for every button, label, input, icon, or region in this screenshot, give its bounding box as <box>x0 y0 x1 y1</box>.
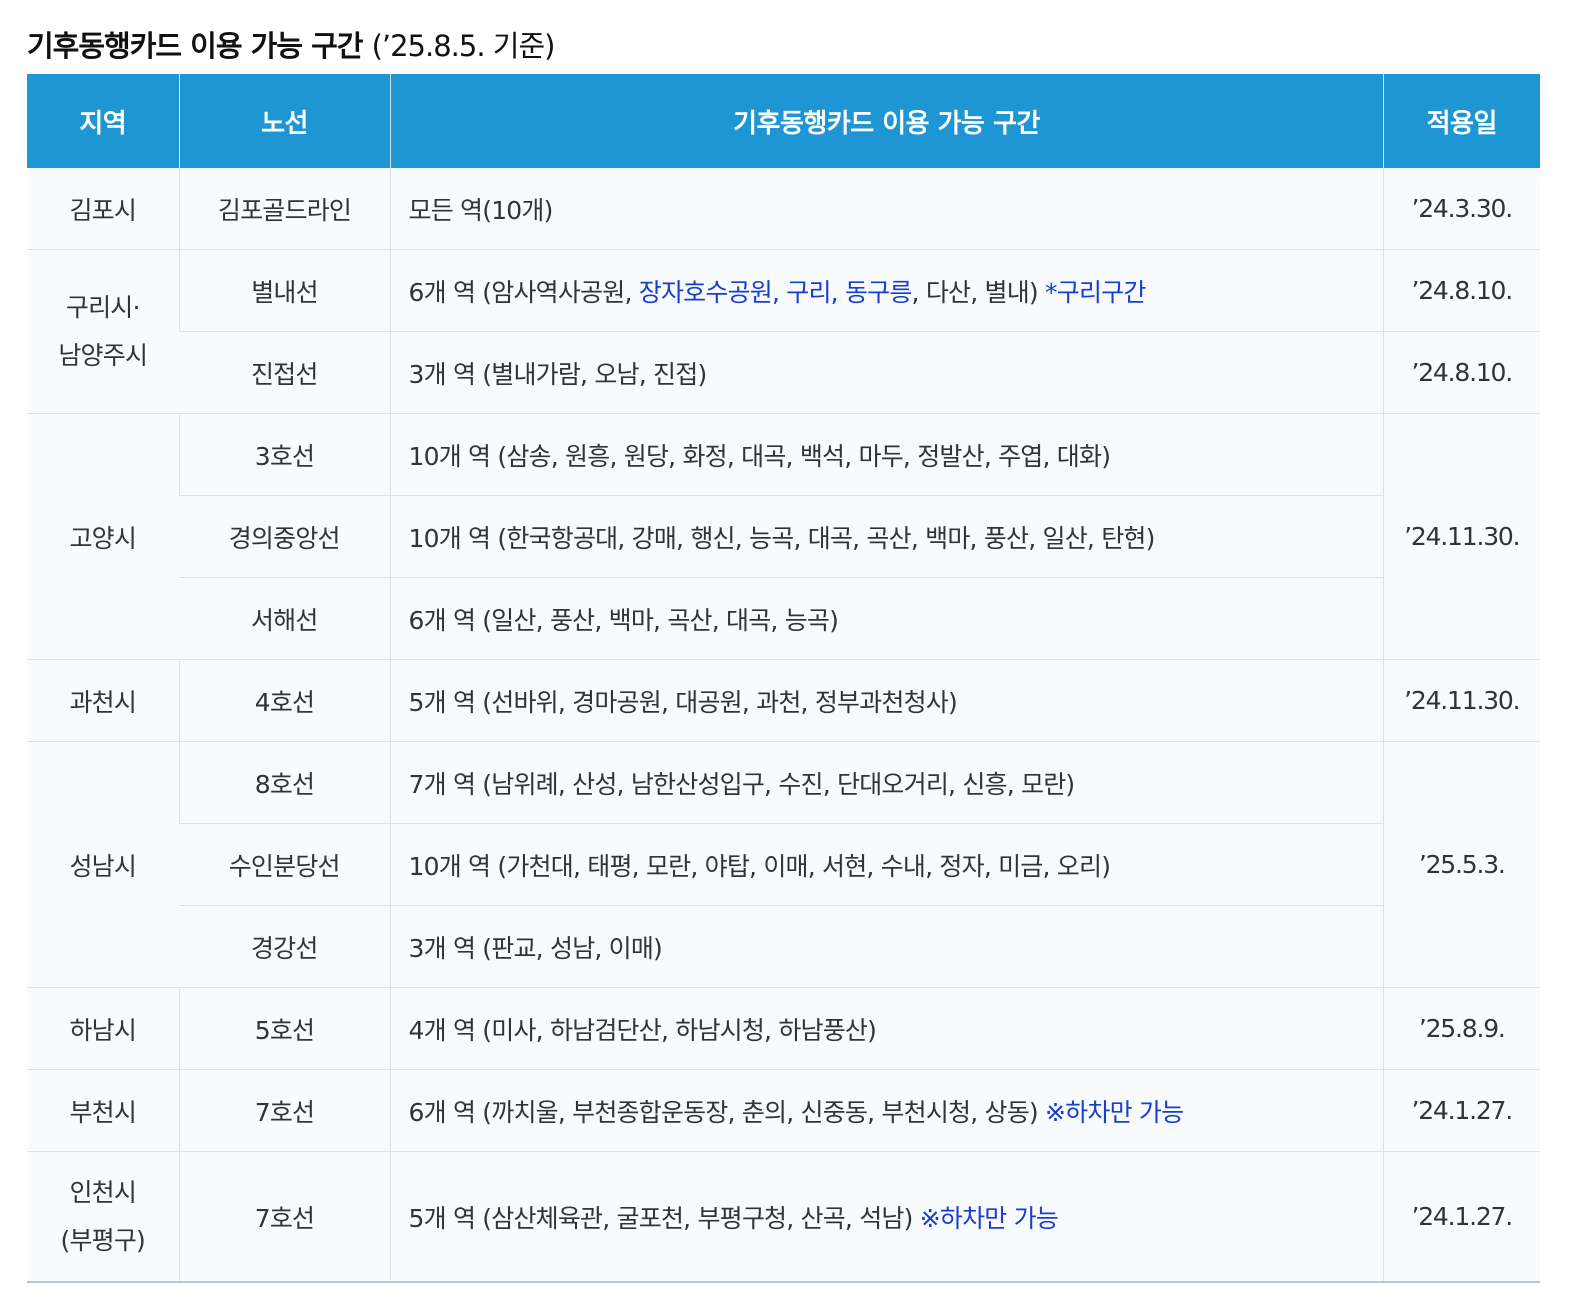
table-row: 경강선 3개 역 (판교, 성남, 이매) <box>27 905 1540 988</box>
line-cell: 서해선 <box>179 577 390 660</box>
date-cell: ’25.5.3. <box>1382 741 1540 988</box>
section-cell: 10개 역 (삼송, 원흥, 원당, 화정, 대곡, 백석, 마두, 정발산, … <box>389 413 1383 496</box>
region-line: 인천시 <box>69 1177 137 1207</box>
section-cell: 3개 역 (판교, 성남, 이매) <box>389 905 1383 988</box>
section-highlight: 장자호수공원, 구리, 동구릉 <box>638 277 913 307</box>
table-row: 서해선 6개 역 (일산, 풍산, 백마, 곡산, 대곡, 능곡) <box>27 577 1540 660</box>
section-cell: 7개 역 (남위례, 산성, 남한산성입구, 수진, 단대오거리, 신흥, 모란… <box>389 741 1383 824</box>
region-cell: 인천시 (부평구) <box>27 1151 179 1283</box>
region-cell: 과천시 <box>27 659 179 742</box>
table-row: 수인분당선 10개 역 (가천대, 태평, 모란, 야탑, 이매, 서현, 수내… <box>27 823 1540 906</box>
table-row: 고양시 3호선 10개 역 (삼송, 원흥, 원당, 화정, 대곡, 백석, 마… <box>27 413 1540 660</box>
table-row: 인천시 (부평구) 7호선 5개 역 (삼산체육관, 굴포천, 부평구청, 산곡… <box>27 1151 1540 1283</box>
line-cell: 7호선 <box>178 1151 390 1283</box>
table-row: 과천시 4호선 5개 역 (선바위, 경마공원, 대공원, 과천, 정부과천청사… <box>27 659 1540 742</box>
region-cell: 고양시 <box>27 413 179 660</box>
section-note: *구리구간 <box>1045 277 1146 307</box>
line-cell: 경강선 <box>179 905 390 988</box>
table-row: 경의중앙선 10개 역 (한국항공대, 강매, 행신, 능곡, 대곡, 곡산, … <box>27 495 1540 578</box>
date-cell: ’24.1.27. <box>1382 1151 1540 1283</box>
table-row: 부천시 7호선 6개 역 (까치울, 부천종합운동장, 춘의, 신중동, 부천시… <box>27 1069 1540 1152</box>
date-cell: ’24.11.30. <box>1382 413 1540 660</box>
line-cell: 3호선 <box>178 413 390 496</box>
header-section: 기후동행카드 이용 가능 구간 <box>389 74 1383 168</box>
page-title: 기후동행카드 이용 가능 구간 (’25.8.5. 기준) <box>27 24 1540 74</box>
line-cell: 8호선 <box>178 741 390 824</box>
date-cell: ’24.8.10. <box>1382 331 1540 414</box>
region-cell: 김포시 <box>27 168 179 250</box>
line-cell: 5호선 <box>178 987 390 1070</box>
region-line: 구리시· <box>65 292 141 322</box>
table-row: 하남시 5호선 4개 역 (미사, 하남검단산, 하남시청, 하남풍산) ’25… <box>27 987 1540 1070</box>
section-text: , 다산, 별내) <box>911 277 1046 307</box>
date-cell: ’24.1.27. <box>1382 1069 1540 1152</box>
section-cell: 5개 역 (삼산체육관, 굴포천, 부평구청, 산곡, 석남) ※하차만 가능 <box>389 1151 1383 1283</box>
date-cell: ’25.8.9. <box>1382 987 1540 1070</box>
section-cell: 5개 역 (선바위, 경마공원, 대공원, 과천, 정부과천청사) <box>389 659 1383 742</box>
region-line: (부평구) <box>60 1225 145 1255</box>
region-cell: 하남시 <box>27 987 179 1070</box>
section-cell: 4개 역 (미사, 하남검단산, 하남시청, 하남풍산) <box>389 987 1383 1070</box>
region-cell: 구리시· 남양주시 <box>27 249 179 414</box>
table-row: 구리시· 남양주시 별내선 6개 역 (암사역사공원, 장자호수공원, 구리, … <box>27 249 1540 414</box>
region-cell: 부천시 <box>27 1069 179 1152</box>
section-note: ※하차만 가능 <box>1045 1097 1184 1127</box>
header-region: 지역 <box>27 74 179 168</box>
section-cell: 10개 역 (한국항공대, 강매, 행신, 능곡, 대곡, 곡산, 백마, 풍산… <box>389 495 1383 578</box>
title-note: (’25.8.5. 기준) <box>371 29 556 63</box>
page-container: 기후동행카드 이용 가능 구간 (’25.8.5. 기준) 지역 노선 기후동행… <box>27 24 1540 1283</box>
section-cell: 10개 역 (가천대, 태평, 모란, 야탑, 이매, 서현, 수내, 정자, … <box>389 823 1383 906</box>
region-cell: 성남시 <box>27 741 179 988</box>
table-header-row: 지역 노선 기후동행카드 이용 가능 구간 적용일 <box>27 74 1540 168</box>
header-line: 노선 <box>178 74 390 168</box>
date-cell: ’24.8.10. <box>1382 249 1540 332</box>
section-text: 6개 역 (까치울, 부천종합운동장, 춘의, 신중동, 부천시청, 상동) <box>408 1097 1046 1127</box>
table-row: 김포시 김포골드라인 모든 역(10개) ’24.3.30. <box>27 168 1540 250</box>
date-cell: ’24.11.30. <box>1382 659 1540 742</box>
line-cell: 진접선 <box>179 331 390 414</box>
line-cell: 경의중앙선 <box>179 495 390 578</box>
date-cell: ’24.3.30. <box>1382 168 1540 250</box>
section-text: 6개 역 (암사역사공원, <box>408 277 639 307</box>
line-cell: 김포골드라인 <box>178 168 390 250</box>
region-line: 남양주시 <box>58 340 148 370</box>
line-cell: 수인분당선 <box>179 823 390 906</box>
table-row: 성남시 8호선 7개 역 (남위례, 산성, 남한산성입구, 수진, 단대오거리… <box>27 741 1540 988</box>
section-cell: 3개 역 (별내가람, 오남, 진접) <box>389 331 1383 414</box>
card-usage-table: 지역 노선 기후동행카드 이용 가능 구간 적용일 김포시 김포골드라인 모든 … <box>27 74 1540 1283</box>
title-main: 기후동행카드 이용 가능 구간 <box>27 29 363 63</box>
section-cell: 6개 역 (암사역사공원, 장자호수공원, 구리, 동구릉, 다산, 별내) *… <box>389 249 1383 332</box>
section-cell: 6개 역 (까치울, 부천종합운동장, 춘의, 신중동, 부천시청, 상동) ※… <box>389 1069 1383 1152</box>
table-row: 진접선 3개 역 (별내가람, 오남, 진접) ’24.8.10. <box>27 331 1540 414</box>
line-cell: 4호선 <box>178 659 390 742</box>
header-date: 적용일 <box>1382 74 1540 168</box>
section-note: ※하차만 가능 <box>919 1203 1059 1233</box>
line-cell: 7호선 <box>178 1069 390 1152</box>
section-cell: 모든 역(10개) <box>389 168 1383 250</box>
section-text: 5개 역 (삼산체육관, 굴포천, 부평구청, 산곡, 석남) <box>408 1203 920 1233</box>
section-cell: 6개 역 (일산, 풍산, 백마, 곡산, 대곡, 능곡) <box>389 577 1383 660</box>
line-cell: 별내선 <box>178 249 390 332</box>
